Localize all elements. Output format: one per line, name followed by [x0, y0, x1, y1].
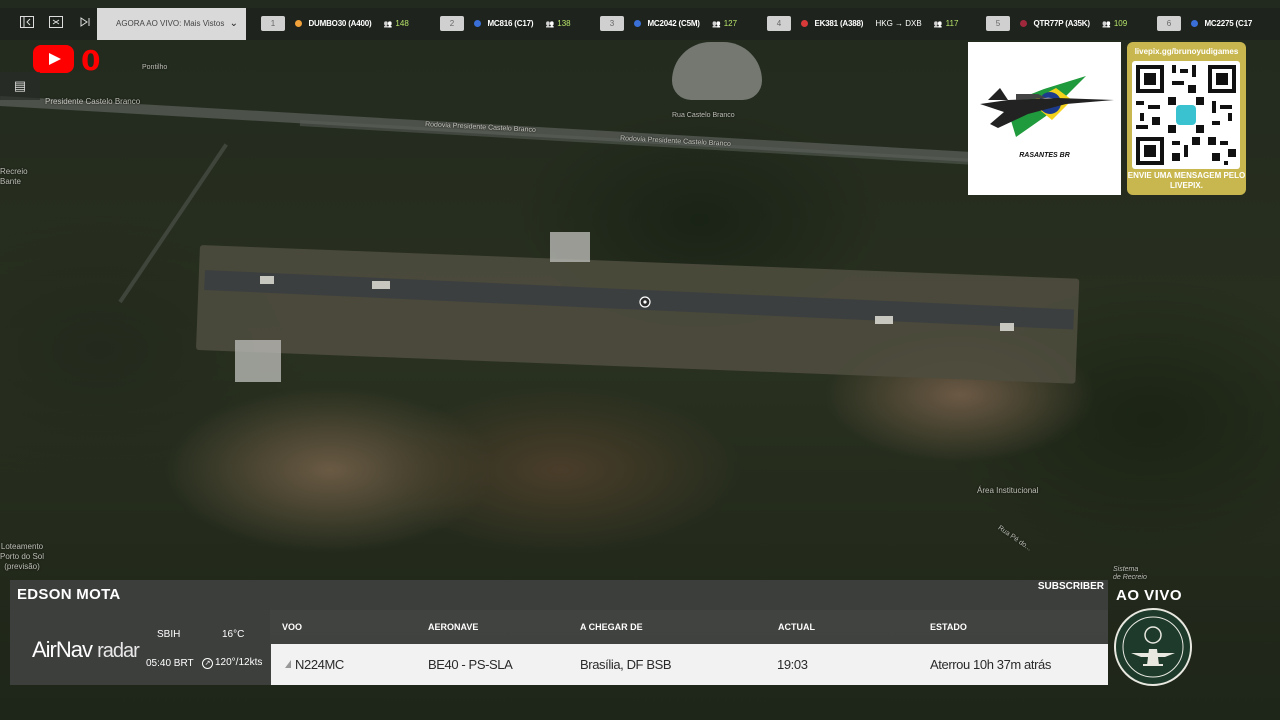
flight-rank: 6 [1157, 16, 1181, 31]
map-label-road: Rua Pé do... [996, 524, 1033, 553]
temperature: 16°C [222, 629, 245, 640]
map-label-place: Sistema de Recreio [1113, 566, 1147, 581]
sidebar-toggle-icon[interactable] [19, 16, 35, 32]
column-header-aeronave: AERONAVE [428, 622, 479, 632]
flight-item[interactable]: 6 MC2275 (C17 [1157, 8, 1252, 40]
viewer-count: 109 [1102, 19, 1127, 28]
building [550, 232, 590, 262]
youtube-logo-icon [33, 45, 74, 73]
flight-info-panel: EDSON MOTA SUBSCRIBER AirNav radar SBIH … [10, 580, 1108, 685]
airline-logo-icon [474, 20, 482, 28]
flight-item[interactable]: 2 MC816 (C17) 138 [440, 8, 571, 40]
runway-marking [875, 316, 893, 324]
flight-ticker-bar: AGORA AO VIVO: Mais Vistos ⌄ 1 DUMBO30 (… [0, 8, 1280, 40]
fighter-jet-logo-icon [980, 76, 1114, 137]
wind-value: 120°/12kts [215, 657, 263, 668]
flight-item[interactable]: 5 QTR77P (A35K) 109 [986, 8, 1127, 40]
airnav-info-block: AirNav radar [10, 610, 270, 685]
live-filter-dropdown[interactable]: AGORA AO VIVO: Mais Vistos ⌄ [97, 8, 246, 40]
channel-badge-icon [1114, 608, 1192, 686]
cell-origin: Brasília, DF BSB [580, 657, 672, 672]
airline-logo-icon [634, 20, 642, 28]
airnav-radar-logo: AirNav radar [32, 637, 140, 663]
skip-next-icon[interactable] [77, 16, 93, 32]
map-label-road: Presidente Castelo Branco [45, 97, 141, 106]
live-label: AO VIVO [1116, 587, 1183, 604]
livepix-url: livepix.gg/brunoyudigames [1134, 47, 1239, 56]
qr-code-icon [1132, 61, 1240, 169]
youtube-counter: 0 [81, 44, 101, 77]
column-header-origin: A CHEGAR DE [580, 622, 643, 632]
flight-callsign: MC816 (C17) [487, 19, 534, 28]
runway-marking [372, 281, 390, 289]
subscriber-name: EDSON MOTA [17, 586, 121, 603]
livepix-qr-card: livepix.gg/brunoyudigames ENVIE UMA MENS… [1127, 42, 1246, 195]
flight-callsign: QTR77P (A35K) [1033, 19, 1090, 28]
flight-callsign: MC2042 (C5M) [647, 19, 700, 28]
airline-logo-icon [801, 20, 809, 28]
hangar [235, 340, 281, 382]
map-label-road: Rua Castelo Branco [672, 112, 735, 119]
flight-row[interactable]: N224MC BE40 - PS-SLA Brasília, DF BSB 19… [271, 644, 1108, 685]
brand-name: RASANTES BR [1019, 152, 1070, 159]
map-label-place: Pontilho [142, 64, 168, 71]
runway-marking [260, 276, 274, 284]
flight-rank: 1 [261, 16, 285, 31]
map-label-place: Loteamento Porto do Sol (previsão) [0, 542, 45, 571]
rasantes-br-card: RASANTES BR [968, 42, 1121, 195]
airport-code: SBIH [157, 629, 181, 640]
livepix-message: ENVIE UMA MENSAGEM PELO LIVEPIX. [1127, 171, 1246, 190]
list-icon[interactable]: ▤ [0, 72, 40, 100]
map-label-place: Recreio Bante [0, 167, 28, 186]
flight-callsign: DUMBO30 (A400) [308, 19, 372, 28]
flight-item[interactable]: 4 EK381 (A388) HKG → DXB 117 [767, 8, 958, 40]
map-label-place: Área Institucional [977, 486, 1039, 495]
fullscreen-icon[interactable] [48, 16, 64, 32]
cell-estado: Aterrou 10h 37m atrás [930, 657, 1051, 672]
flight-rank: 5 [986, 16, 1010, 31]
airnav-logo-main: AirNav [32, 637, 93, 662]
chevron-down-icon: ⌄ [229, 18, 238, 29]
airline-logo-icon [1191, 20, 1199, 28]
flight-item[interactable]: 1 DUMBO30 (A400) 148 [261, 8, 409, 40]
flight-route: HKG → DXB [875, 19, 922, 28]
wind-info: ↗ 120°/12kts [202, 657, 262, 669]
panel-header: EDSON MOTA SUBSCRIBER [10, 580, 1108, 610]
airnav-logo-sub: radar [97, 640, 140, 662]
cell-aeronave: BE40 - PS-SLA [428, 657, 513, 672]
column-header-estado: ESTADO [930, 622, 967, 632]
wind-icon: ↗ [202, 658, 213, 669]
aircraft-marker-icon [285, 660, 291, 668]
viewer-count: 117 [934, 19, 958, 28]
flight-item[interactable]: 3 MC2042 (C5M) 127 [600, 8, 737, 40]
location-pin-icon[interactable] [639, 296, 651, 308]
column-header-actual: ACTUAL [778, 622, 815, 632]
viewer-count: 148 [384, 19, 409, 28]
building-cluster [672, 42, 762, 100]
column-header-voo: VOO [282, 622, 303, 632]
subscriber-label: SUBSCRIBER [1037, 581, 1104, 592]
flight-callsign: MC2275 (C17 [1204, 19, 1253, 28]
flight-rank: 4 [767, 16, 791, 31]
airline-logo-icon [1020, 20, 1028, 28]
local-time: 05:40 BRT [146, 658, 194, 669]
flight-rank: 3 [600, 16, 624, 31]
runway-marking [1000, 323, 1014, 331]
viewer-count: 138 [546, 19, 571, 28]
cell-voo: N224MC [295, 657, 344, 672]
airline-logo-icon [295, 20, 303, 28]
flight-callsign: EK381 (A388) [814, 19, 864, 28]
flight-rank: 2 [440, 16, 464, 31]
viewer-count: 127 [712, 19, 737, 28]
live-filter-label: AGORA AO VIVO: Mais Vistos [116, 19, 225, 28]
cell-actual: 19:03 [777, 657, 808, 672]
